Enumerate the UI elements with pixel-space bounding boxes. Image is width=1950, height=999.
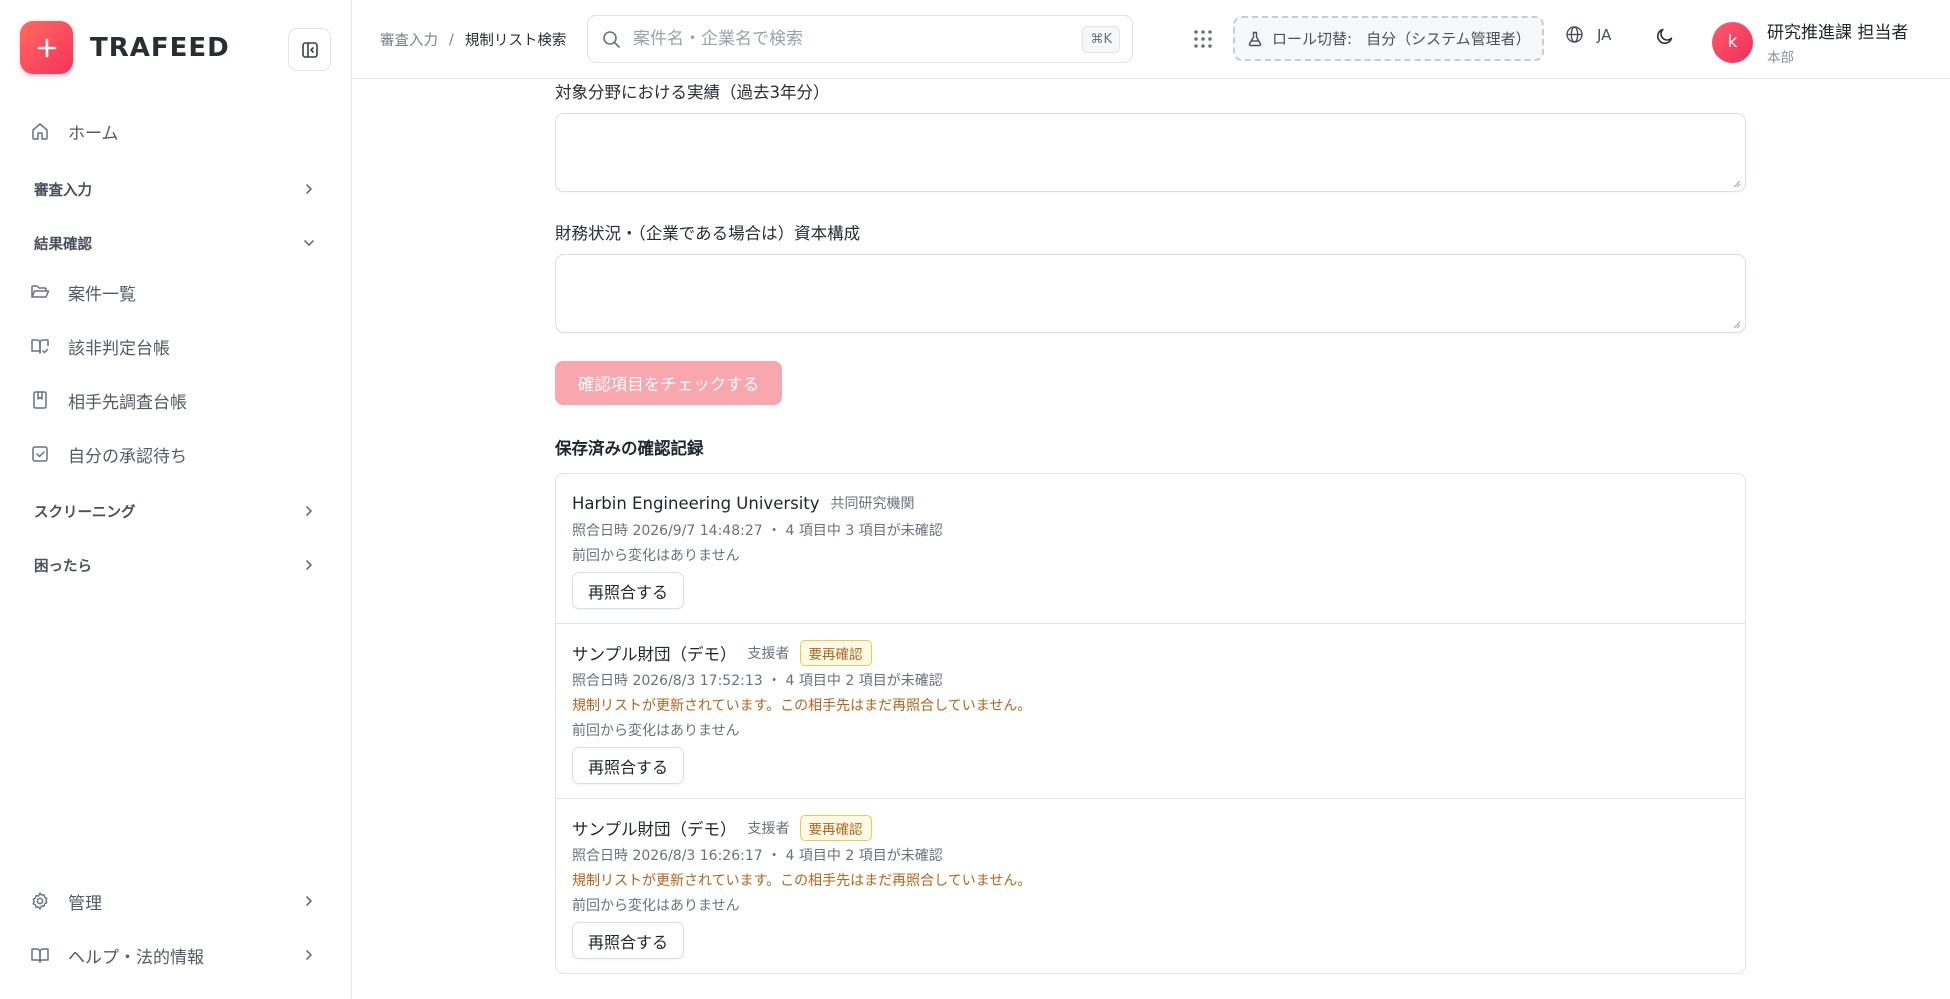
record-name: サンプル財団（デモ） [572, 645, 737, 664]
globe-icon [1566, 26, 1583, 43]
search-icon [603, 30, 620, 48]
chevron-down-icon [304, 240, 314, 246]
chevron-right-icon [306, 506, 312, 516]
section-label: スクリーニング [34, 504, 136, 521]
search-input[interactable] [633, 29, 1053, 49]
section-label: 結果確認 [34, 236, 92, 253]
record-role: 支援者 [747, 646, 790, 662]
home-icon [30, 118, 56, 144]
status-badge: 要再確認 [799, 815, 872, 841]
status-badge: 要再確認 [799, 640, 872, 666]
sidebar-section-results[interactable]: 結果確認 [34, 225, 316, 261]
moon-icon [1657, 28, 1673, 44]
record-no-change: 前回から変化はありません [572, 548, 740, 564]
main-content: 対象分野における実績（過去3年分） 財務状況・（企業である場合は）資本構成 確認… [352, 79, 1950, 999]
section-label: 困ったら [34, 558, 92, 575]
logo-plus-icon [20, 21, 73, 74]
search-box[interactable]: ⌘K [587, 15, 1133, 63]
sidebar-item-label: ホーム [68, 123, 119, 144]
user-menu[interactable]: k 研究推進課 担当者 本部 [1712, 18, 1908, 66]
sidebar-item-admin[interactable]: 管理 [30, 881, 322, 921]
sidebar-section-help[interactable]: 困ったら [34, 547, 316, 583]
record-meta: 照合日時 2026/8/3 17:52:13 ・ 4 項目中 2 項目が未確認 [572, 673, 943, 689]
sidebar-item-classification-ledger[interactable]: 該非判定台帳 [30, 326, 322, 366]
section-label: 審査入力 [34, 182, 92, 199]
breadcrumb: 審査入力 / 規制リスト検索 [380, 29, 566, 50]
sidebar-item-counterparty-ledger[interactable]: 相手先調査台帳 [30, 380, 322, 420]
notebook-icon [30, 387, 56, 413]
book-open-icon [30, 942, 56, 968]
record-role: 共同研究機関 [830, 496, 915, 512]
sidebar-section-review-input[interactable]: 審査入力 [34, 171, 316, 207]
breadcrumb-separator: / [449, 31, 454, 48]
record-role: 支援者 [747, 821, 790, 837]
theme-toggle-button[interactable] [1655, 26, 1675, 50]
avatar: k [1712, 21, 1753, 63]
field-label-financial: 財務状況・（企業である場合は）資本構成 [555, 224, 861, 243]
recheck-button[interactable]: 再照合する [572, 747, 685, 784]
shortcut-hint: ⌘K [1082, 26, 1120, 53]
record-meta: 照合日時 2026/9/7 14:48:27 ・ 4 項目中 3 項目が未確認 [572, 523, 943, 539]
chevron-right-icon [306, 560, 312, 570]
flask-icon [1248, 31, 1262, 46]
user-name: 研究推進課 担当者 [1767, 23, 1909, 43]
chevron-right-icon [306, 184, 312, 194]
brand-name: TRAFEED [90, 32, 230, 63]
resize-handle-icon[interactable] [1732, 179, 1741, 188]
checkbox-icon [30, 441, 56, 467]
panel-left-icon [301, 41, 318, 58]
chevron-right-icon [306, 896, 312, 906]
track-record-textarea[interactable] [555, 113, 1746, 192]
book-check-icon [30, 333, 56, 359]
record-no-change: 前回から変化はありません [572, 898, 740, 914]
record-meta: 照合日時 2026/8/3 16:26:17 ・ 4 項目中 2 項目が未確認 [572, 848, 943, 864]
record-name: サンプル財団（デモ） [572, 820, 737, 839]
sidebar-item-label: 相手先調査台帳 [68, 392, 187, 413]
record-warning: 規制リストが更新されています。この相手先はまだ再照合していません。 [572, 873, 1032, 889]
role-switch-label: ロール切替: [1272, 30, 1353, 48]
recheck-button[interactable]: 再照合する [572, 572, 685, 609]
breadcrumb-parent[interactable]: 審査入力 [380, 29, 438, 50]
record-item: サンプル財団（デモ） 支援者 要再確認 照合日時 2026/8/3 17:52:… [556, 624, 1745, 799]
folder-open-icon [30, 279, 56, 305]
sidebar-item-label: ヘルプ・法的情報 [68, 947, 204, 968]
user-department: 本部 [1767, 50, 1794, 66]
sidebar-item-label: 管理 [68, 893, 102, 914]
record-item: Harbin Engineering University 共同研究機関 照合日… [556, 474, 1745, 624]
sidebar: TRAFEED ホーム 審査入力 結果確認 案件一覧 該非判定台帳 相手先調査台… [0, 0, 352, 999]
sidebar-item-label: 自分の承認待ち [68, 446, 187, 467]
sidebar-item-home[interactable]: ホーム [30, 111, 322, 151]
brand[interactable]: TRAFEED [20, 21, 230, 74]
check-items-button[interactable]: 確認項目をチェックする [555, 361, 782, 405]
record-name: Harbin Engineering University [572, 493, 820, 513]
record-item: サンプル財団（デモ） 支援者 要再確認 照合日時 2026/8/3 16:26:… [556, 799, 1745, 973]
gear-icon [30, 888, 56, 914]
field-label-track-record: 対象分野における実績（過去3年分） [555, 83, 830, 102]
sidebar-item-my-approvals[interactable]: 自分の承認待ち [30, 434, 322, 474]
top-header: 審査入力 / 規制リスト検索 ⌘K ロール切替: 自分（システム管理者） JA … [352, 0, 1950, 79]
sidebar-item-help-legal[interactable]: ヘルプ・法的情報 [30, 935, 322, 975]
recheck-button[interactable]: 再照合する [572, 922, 685, 959]
sidebar-item-label: 該非判定台帳 [68, 338, 170, 359]
sidebar-item-label: 案件一覧 [68, 284, 136, 305]
sidebar-section-screening[interactable]: スクリーニング [34, 493, 316, 529]
language-button[interactable]: JA [1565, 25, 1611, 44]
chevron-right-icon [306, 950, 312, 960]
breadcrumb-current: 規制リスト検索 [464, 33, 567, 49]
saved-records-title: 保存済みの確認記録 [555, 439, 704, 458]
record-no-change: 前回から変化はありません [572, 723, 740, 739]
language-label: JA [1597, 25, 1612, 44]
resize-handle-icon[interactable] [1732, 320, 1741, 329]
apps-grid-button[interactable] [1188, 24, 1218, 54]
role-switch-button[interactable]: ロール切替: 自分（システム管理者） [1233, 16, 1544, 61]
saved-records-list: Harbin Engineering University 共同研究機関 照合日… [555, 473, 1746, 974]
grid-dots-icon [1194, 30, 1212, 48]
sidebar-item-cases[interactable]: 案件一覧 [30, 272, 322, 312]
role-switch-value: 自分（システム管理者） [1366, 30, 1531, 48]
sidebar-collapse-button[interactable] [288, 28, 331, 71]
record-warning: 規制リストが更新されています。この相手先はまだ再照合していません。 [572, 698, 1032, 714]
financial-textarea[interactable] [555, 254, 1746, 333]
